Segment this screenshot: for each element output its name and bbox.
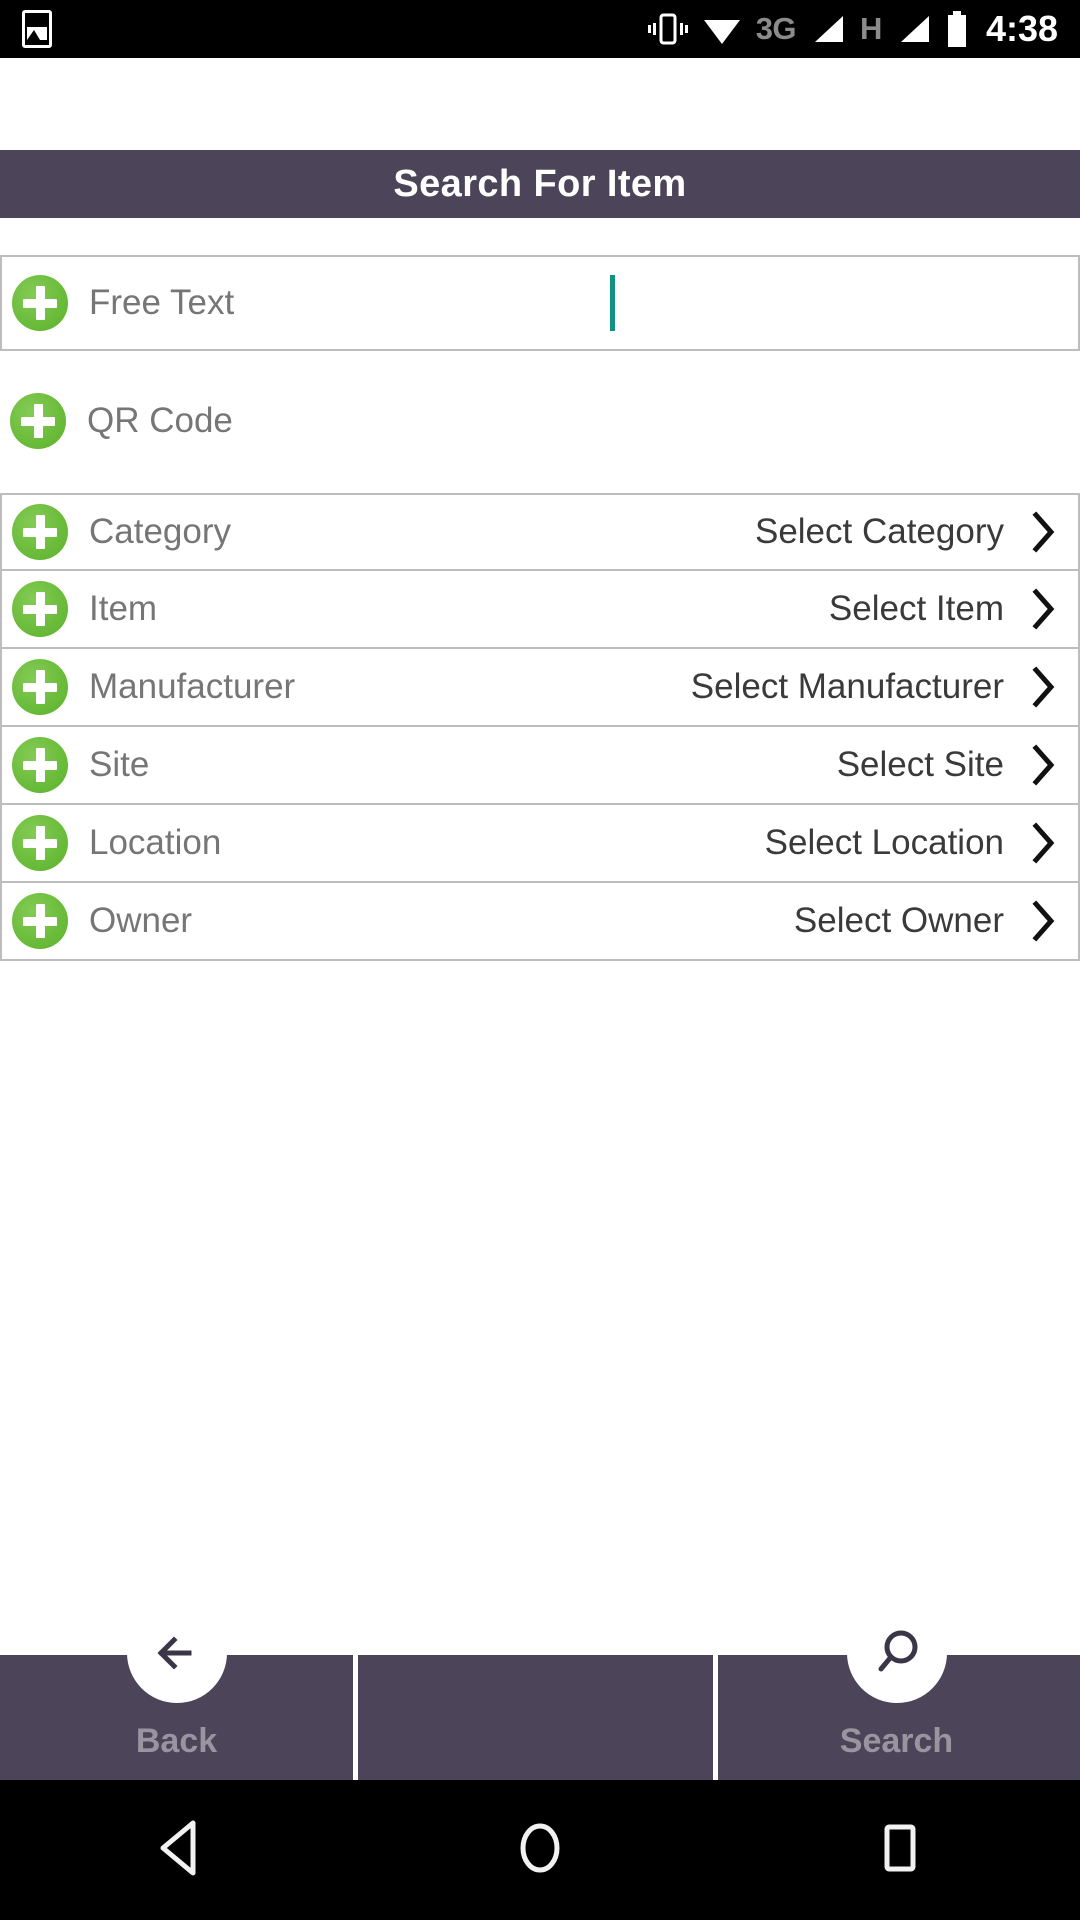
android-navigation-bar [0,1780,1080,1920]
field-row-site[interactable]: Site Select Site [0,727,1080,805]
battery-icon [946,11,968,47]
field-label-item: Item [89,589,158,628]
field-row-manufacturer[interactable]: Manufacturer Select Manufacturer [0,649,1080,727]
plus-circle-icon[interactable] [12,815,68,871]
field-row-qr-code[interactable]: QR Code [0,373,1080,469]
chevron-right-icon[interactable] [1016,666,1072,708]
field-value-category[interactable]: Select Category [755,512,1004,552]
field-value-item[interactable]: Select Item [829,589,1004,629]
plus-circle-icon[interactable] [10,393,66,449]
chevron-right-icon[interactable] [1016,588,1072,630]
triangle-back-icon[interactable] [149,1815,211,1886]
status-bar-clock: 4:38 [985,8,1058,49]
bottom-bar-middle-cell[interactable] [358,1655,718,1780]
status-bar-left-icons [22,10,52,48]
app-header: Search For Item [0,150,1080,218]
field-label-site: Site [89,745,150,784]
wifi-icon [702,12,742,46]
image-icon [22,10,52,48]
page-title: Search For Item [393,162,687,205]
status-bar-right-icons: 3G H 4:38 [647,8,1058,50]
vibrate-icon [647,12,688,46]
chevron-right-icon[interactable] [1016,822,1072,864]
field-label-free-text: Free Text [89,283,235,322]
circle-home-icon[interactable] [509,1815,571,1886]
android-status-bar: 3G H 4:38 [0,0,1080,58]
plus-circle-icon[interactable] [12,893,68,949]
field-label-owner: Owner [89,901,193,940]
back-button[interactable]: Back [0,1603,358,1780]
signal-icon [810,12,846,46]
free-text-input-caret[interactable] [610,275,615,331]
plus-circle-icon[interactable] [12,581,68,637]
field-row-owner[interactable]: Owner Select Owner [0,883,1080,961]
network-type-h-label: H [860,11,882,46]
field-row-free-text[interactable]: Free Text [0,255,1080,351]
square-recents-icon[interactable] [869,1815,931,1886]
magnifier-icon[interactable] [846,1603,947,1703]
field-label-location: Location [89,823,222,862]
chevron-right-icon[interactable] [1016,744,1072,786]
search-form-list: Free Text QR Code Category Select Catego… [0,218,1080,961]
chevron-right-icon[interactable] [1016,511,1072,553]
arrow-left-icon[interactable] [126,1603,227,1703]
nav-home-button[interactable] [360,1815,720,1886]
status-bar-spacer [0,58,1080,150]
field-value-owner[interactable]: Select Owner [794,901,1004,941]
field-label-manufacturer: Manufacturer [89,667,296,706]
field-label-category: Category [89,512,232,551]
field-label-qr-code: QR Code [87,401,233,440]
field-row-location[interactable]: Location Select Location [0,805,1080,883]
signal-icon-2 [896,12,932,46]
network-type-3g-label: 3G [755,11,797,46]
back-button-label: Back [135,1722,218,1760]
search-button-label: Search [839,1722,954,1760]
chevron-right-icon[interactable] [1016,900,1072,942]
plus-circle-icon[interactable] [12,737,68,793]
field-value-site[interactable]: Select Site [837,745,1004,785]
field-value-manufacturer[interactable]: Select Manufacturer [691,667,1004,707]
field-value-location[interactable]: Select Location [765,823,1004,863]
field-row-category[interactable]: Category Select Category [0,493,1080,571]
nav-back-button[interactable] [0,1815,360,1886]
bottom-action-bar: Back Search [0,1603,1080,1780]
plus-circle-icon[interactable] [12,659,68,715]
search-button[interactable]: Search [718,1603,1075,1780]
plus-circle-icon[interactable] [12,504,68,560]
nav-recents-button[interactable] [720,1815,1080,1886]
field-row-item[interactable]: Item Select Item [0,571,1080,649]
plus-circle-icon[interactable] [12,275,68,331]
